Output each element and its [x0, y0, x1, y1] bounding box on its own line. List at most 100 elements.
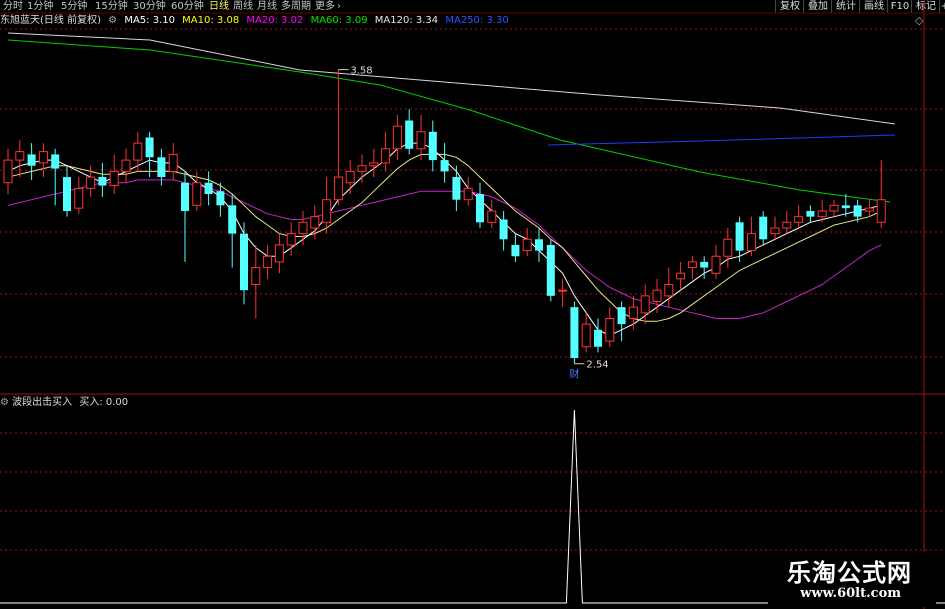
candle-body-14 [168, 153, 178, 172]
candle-body-35 [416, 131, 426, 150]
candle-67 [794, 205, 804, 228]
candle-body-12 [145, 137, 154, 158]
candle-14 [168, 143, 178, 180]
candle-15 [181, 171, 189, 262]
candle-29 [345, 160, 355, 195]
candle-33 [392, 114, 402, 161]
candle-48 [570, 301, 579, 364]
candle-9 [109, 154, 119, 195]
candle-body-22 [263, 255, 273, 269]
candle-51 [605, 307, 615, 347]
candle-body-25 [298, 221, 308, 235]
ma60-line [7, 39, 891, 203]
candle-body-64 [759, 216, 768, 240]
candle-17 [204, 171, 213, 206]
candle-body-17 [204, 182, 213, 195]
candle-64 [759, 211, 768, 245]
indicator-bar: ⚙ 波段出击买入 买入: 0.00 [0, 396, 128, 410]
candle-47 [558, 278, 568, 308]
candle-5 [63, 165, 71, 217]
candle-body-58 [687, 261, 697, 269]
candle-66 [782, 211, 792, 234]
candle-body-42 [499, 219, 508, 240]
candle-28 [333, 69, 343, 206]
candle-body-23 [274, 244, 284, 263]
candle-65 [770, 216, 780, 240]
ma120-line [7, 32, 896, 125]
candle-body-56 [664, 284, 674, 297]
candle-body-63 [746, 233, 756, 252]
candle-25 [298, 211, 308, 245]
candle-body-8 [98, 177, 107, 186]
candle-body-7 [86, 176, 96, 189]
candle-45 [535, 227, 543, 262]
candle-body-18 [216, 191, 225, 206]
candle-body-9 [109, 170, 119, 187]
candle-1 [15, 140, 25, 178]
candle-body-27 [322, 199, 332, 223]
candle-10 [121, 148, 131, 183]
candle-body-70 [829, 204, 839, 212]
candle-body-38 [452, 177, 461, 200]
candle-body-62 [735, 222, 744, 251]
candle-74 [876, 160, 886, 228]
candle-body-34 [405, 120, 414, 149]
candle-body-2 [27, 154, 36, 166]
candle-4 [51, 148, 60, 206]
candle-55 [652, 278, 662, 313]
candle-body-54 [640, 295, 650, 314]
candle-body-66 [782, 221, 792, 229]
candle-body-39 [463, 187, 473, 201]
candle-body-36 [428, 131, 437, 161]
indicator-name[interactable]: 波段出击买入 [12, 397, 72, 408]
candle-20 [240, 222, 248, 305]
indicator-settings-icon[interactable]: ⚙ [0, 397, 9, 408]
candle-body-20 [240, 233, 248, 291]
candle-body-47 [558, 289, 568, 292]
candle-0 [3, 148, 13, 195]
candle-body-30 [357, 165, 367, 172]
candle-body-21 [251, 267, 261, 286]
candle-body-10 [121, 159, 131, 172]
candle-57 [676, 261, 686, 291]
candle-body-33 [392, 125, 402, 150]
watermark-name: 乐淘公式网 [787, 558, 912, 587]
candle-body-16 [192, 182, 202, 206]
candle-41 [487, 199, 497, 228]
candle-body-45 [535, 239, 543, 251]
low-label: 2.54 [586, 360, 608, 371]
candle-body-32 [381, 148, 391, 164]
kline-chart[interactable]: 3.58 2.54 财 [0, 0, 945, 609]
candle-38 [452, 165, 461, 211]
finance-marker: 财 [569, 368, 579, 381]
candle-body-57 [676, 272, 686, 280]
candle-body-43 [511, 244, 520, 257]
candle-body-40 [476, 194, 484, 223]
candle-body-50 [594, 329, 602, 347]
candle-34 [405, 109, 414, 155]
candle-body-73 [864, 207, 874, 212]
candle-body-48 [570, 307, 579, 359]
candle-body-51 [605, 317, 615, 342]
candle-body-0 [3, 159, 13, 184]
candle-21 [251, 244, 261, 319]
candle-body-44 [522, 238, 532, 252]
candle-52 [617, 301, 626, 342]
candle-49 [581, 312, 591, 353]
candle-body-24 [286, 233, 296, 246]
candle-body-53 [628, 306, 638, 319]
candle-body-68 [806, 211, 815, 217]
candle-70 [829, 199, 839, 217]
candle-body-49 [581, 323, 591, 348]
candle-8 [98, 162, 107, 197]
candle-35 [416, 114, 426, 161]
candle-body-55 [652, 289, 662, 302]
candle-body-28 [333, 176, 343, 201]
candle-body-52 [617, 307, 626, 325]
candle-body-69 [817, 210, 827, 218]
candle-60 [711, 244, 721, 279]
candle-68 [806, 205, 815, 223]
candle-body-41 [487, 210, 497, 223]
candle-37 [440, 143, 449, 183]
candle-43 [511, 233, 520, 262]
